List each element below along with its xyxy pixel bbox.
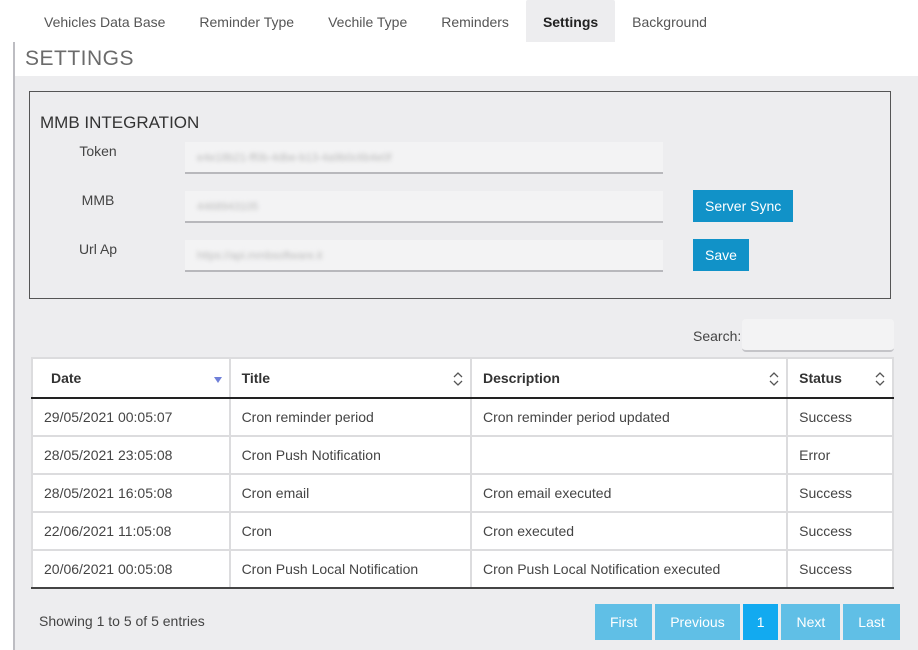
mmb-field[interactable]: 4468943105 [185,191,663,223]
cell-title: Cron Push Local Notification [228,549,472,589]
tab-reminders[interactable]: Reminders [424,0,526,42]
column-header-label: Date [51,370,82,386]
next-page-button[interactable]: Next [781,604,841,640]
cell-status: Success [786,397,894,437]
tab-bar: Vehicles Data Base Reminder Type Vechile… [27,0,724,42]
url-ap-value: https://api.mmbsoftware.it [197,250,323,262]
pagination: First Previous 1 Next Last [595,604,903,640]
table-row: 29/05/2021 00:05:07 Cron reminder period… [31,397,894,437]
column-header-title[interactable]: Title [228,357,472,399]
token-value: e4e18b21-ff0b-4dbe-b13-4a9b0c6b4e0f [197,152,392,164]
cell-description: Cron email executed [469,473,789,513]
page-title: SETTINGS [25,47,135,70]
table-row: 22/06/2021 11:05:08 Cron Cron executed S… [31,511,894,551]
tab-vechile-type[interactable]: Vechile Type [311,0,424,42]
table-info-text: Showing 1 to 5 of 5 entries [39,613,205,629]
column-header-label: Status [799,370,842,386]
mmb-section-title: MMB INTEGRATION [40,113,200,132]
current-page-button[interactable]: 1 [742,604,779,640]
cell-status: Success [786,473,894,513]
table-row: 20/06/2021 00:05:08 Cron Push Local Noti… [31,549,894,589]
cell-title: Cron email [228,473,472,513]
cell-title: Cron reminder period [228,397,472,437]
cell-status: Error [786,435,894,475]
mmb-label: MMB [81,192,115,208]
url-ap-label: Url Ap [78,241,118,257]
search-input[interactable] [742,319,894,352]
first-page-button[interactable]: First [595,604,653,640]
cell-date: 28/05/2021 16:05:08 [31,473,231,513]
cell-description [469,435,789,475]
search-label: Search: [693,328,742,344]
column-header-description[interactable]: Description [469,357,789,399]
column-header-label: Description [482,370,560,386]
cell-description: Cron Push Local Notification executed [469,549,789,589]
cell-date: 22/06/2021 11:05:08 [31,511,231,551]
token-field[interactable]: e4e18b21-ff0b-4dbe-b13-4a9b0c6b4e0f [185,142,663,174]
table-row: 28/05/2021 23:05:08 Cron Push Notificati… [31,435,894,475]
settings-panel: SETTINGS MMB INTEGRATION Token e4e18b21-… [13,42,918,650]
cell-title: Cron [228,511,472,551]
last-page-button[interactable]: Last [843,604,900,640]
mmb-value: 4468943105 [197,201,259,213]
page-title-bar: SETTINGS [15,42,918,76]
tab-reminder-type[interactable]: Reminder Type [182,0,311,42]
cell-date: 20/06/2021 00:05:08 [31,549,231,589]
sort-icon [769,372,779,386]
cell-description: Cron executed [469,511,789,551]
cell-title: Cron Push Notification [228,435,472,475]
log-table: Date Title Description Status 29/05/2021… [31,357,894,589]
url-ap-field[interactable]: https://api.mmbsoftware.it [185,240,663,272]
tab-vehicles-data-base[interactable]: Vehicles Data Base [27,0,182,42]
tab-background[interactable]: Background [615,0,724,42]
sort-icon [875,372,885,386]
server-sync-button[interactable]: Server Sync [693,190,794,222]
table-header-row: Date Title Description Status [31,357,894,399]
sort-descending-icon [213,377,222,383]
column-header-status[interactable]: Status [786,357,894,399]
cell-date: 28/05/2021 23:05:08 [31,435,231,475]
previous-page-button[interactable]: Previous [655,604,740,640]
column-header-label: Title [241,370,271,386]
save-button[interactable]: Save [693,239,749,271]
cell-status: Success [786,549,894,589]
tab-settings[interactable]: Settings [525,0,616,42]
cell-status: Success [786,511,894,551]
sort-icon [453,372,463,386]
mmb-integration-section: MMB INTEGRATION Token e4e18b21-ff0b-4dbe… [29,91,891,299]
column-header-date[interactable]: Date [31,357,231,399]
cell-date: 29/05/2021 00:05:07 [31,397,231,437]
cell-description: Cron reminder period updated [469,397,789,437]
token-label: Token [79,143,117,159]
table-row: 28/05/2021 16:05:08 Cron email Cron emai… [31,473,894,513]
